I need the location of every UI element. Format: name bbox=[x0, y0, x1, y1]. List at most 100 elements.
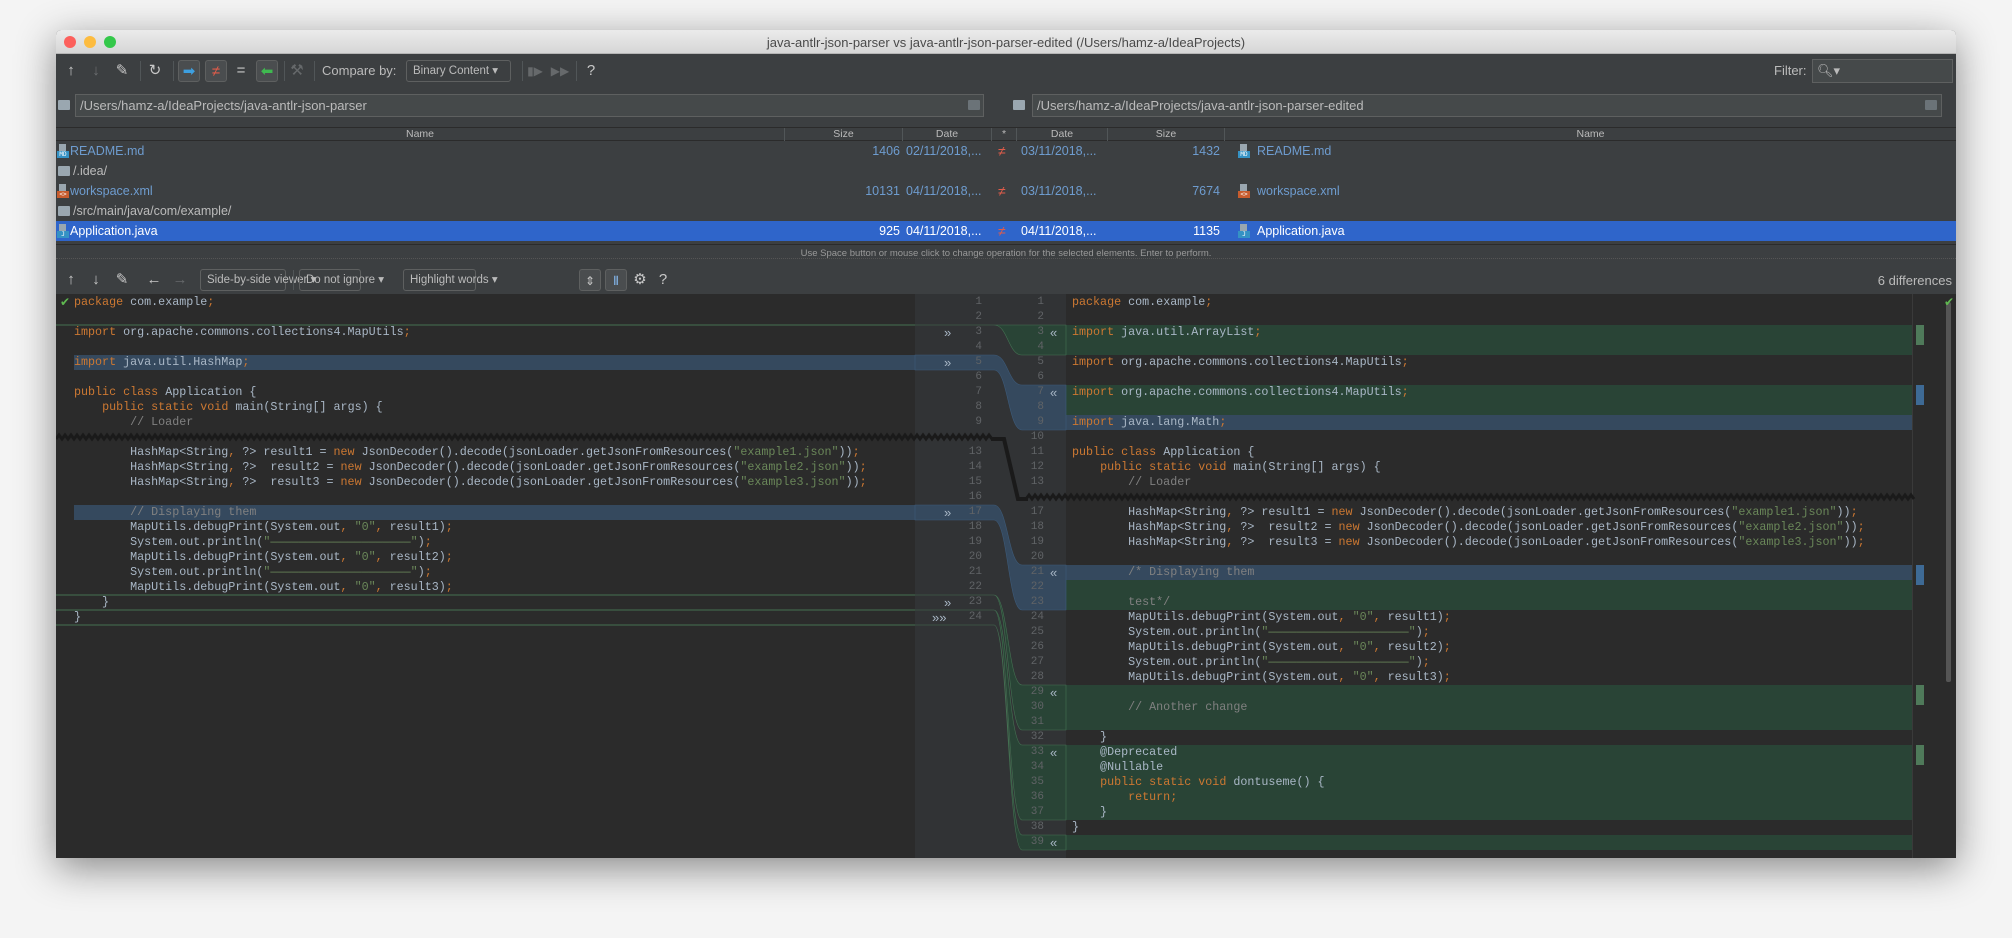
right-code-line[interactable]: // Loader bbox=[1072, 475, 1191, 490]
synchronize-icon[interactable]: ⚒ bbox=[288, 60, 306, 82]
right-code-line[interactable]: MapUtils.debugPrint(System.out, "0", res… bbox=[1072, 610, 1451, 625]
right-code-line[interactable]: MapUtils.debugPrint(System.out, "0", res… bbox=[1072, 640, 1451, 655]
right-code-line[interactable]: HashMap<String, ?> result2 = new JsonDec… bbox=[1072, 520, 1865, 535]
help-icon[interactable]: ? bbox=[656, 269, 670, 291]
splitter[interactable] bbox=[56, 258, 1956, 261]
left-code-line[interactable]: MapUtils.debugPrint(System.out, "0", res… bbox=[74, 520, 453, 535]
right-code-line[interactable]: /* Displaying them bbox=[1072, 565, 1254, 580]
left-code-line[interactable]: System.out.println("————————————————————… bbox=[74, 565, 432, 580]
apply-icon[interactable]: ▮▶ bbox=[526, 60, 544, 82]
apply-left-change-icon[interactable]: » bbox=[944, 325, 951, 340]
right-code-line[interactable]: import org.apache.commons.collections4.M… bbox=[1072, 385, 1409, 400]
left-code-line[interactable]: System.out.println("————————————————————… bbox=[74, 535, 432, 550]
right-code-line[interactable]: public class Application { bbox=[1072, 445, 1254, 460]
show-equal-toggle[interactable]: = bbox=[232, 60, 250, 82]
next-file-icon[interactable]: → bbox=[172, 269, 188, 291]
left-code-line[interactable]: HashMap<String, ?> result3 = new JsonDec… bbox=[74, 475, 867, 490]
column-name-left[interactable]: Name bbox=[56, 128, 785, 141]
show-left-only-toggle[interactable]: ➡ bbox=[178, 60, 200, 82]
right-code-line[interactable]: MapUtils.debugPrint(System.out, "0", res… bbox=[1072, 670, 1451, 685]
right-code-line[interactable]: System.out.println("————————————————————… bbox=[1072, 625, 1430, 640]
right-code-line[interactable]: package com.example; bbox=[1072, 295, 1212, 310]
right-code-line[interactable]: return; bbox=[1072, 790, 1177, 805]
left-code-line[interactable]: HashMap<String, ?> result2 = new JsonDec… bbox=[74, 460, 867, 475]
apply-right-change-icon[interactable]: « bbox=[1050, 325, 1057, 340]
apply-right-change-icon[interactable]: « bbox=[1050, 385, 1057, 400]
synchronize-scrolling-toggle[interactable]: ⫴ bbox=[605, 269, 627, 291]
column-date-right[interactable]: Date bbox=[1017, 128, 1108, 141]
collapse-unchanged-toggle[interactable]: ⇕ bbox=[579, 269, 601, 291]
previous-difference-icon[interactable]: ↑ bbox=[64, 60, 78, 82]
right-path-field[interactable]: /Users/hamz-a/IdeaProjects/java-antlr-js… bbox=[1032, 94, 1942, 117]
previous-file-icon[interactable]: ← bbox=[146, 269, 162, 291]
column-status[interactable]: * bbox=[992, 128, 1017, 141]
filter-input[interactable]: 🔍︎▾ bbox=[1812, 59, 1953, 83]
apply-right-change-icon[interactable]: « bbox=[1050, 835, 1057, 850]
left-code-line[interactable]: // Displaying them bbox=[74, 505, 256, 520]
apply-left-change-icon[interactable]: »» bbox=[932, 610, 946, 625]
help-icon[interactable]: ? bbox=[584, 60, 598, 82]
left-code-line[interactable]: MapUtils.debugPrint(System.out, "0", res… bbox=[74, 580, 453, 595]
next-difference-icon[interactable]: ↓ bbox=[89, 60, 103, 82]
column-date-left[interactable]: Date bbox=[903, 128, 992, 141]
edit-icon[interactable]: ✎ bbox=[114, 60, 130, 82]
refresh-icon[interactable]: ↻ bbox=[147, 60, 163, 82]
compare-by-dropdown[interactable]: Binary Content ▾ bbox=[406, 60, 511, 82]
left-code-line[interactable]: import java.util.HashMap; bbox=[74, 355, 249, 370]
not-equal-icon[interactable]: ≠ bbox=[998, 181, 1006, 201]
right-code-line[interactable]: public static void main(String[] args) { bbox=[1072, 460, 1381, 475]
left-code-line[interactable]: public static void main(String[] args) { bbox=[74, 400, 383, 415]
left-code-line[interactable]: HashMap<String, ?> result1 = new JsonDec… bbox=[74, 445, 860, 460]
left-code-line[interactable]: MapUtils.debugPrint(System.out, "0", res… bbox=[74, 550, 453, 565]
right-code-line[interactable]: } bbox=[1072, 805, 1107, 820]
right-code-line[interactable]: HashMap<String, ?> result3 = new JsonDec… bbox=[1072, 535, 1865, 550]
next-difference-icon[interactable]: ↓ bbox=[89, 269, 103, 291]
browse-folder-icon[interactable] bbox=[968, 100, 980, 110]
right-code-line[interactable]: } bbox=[1072, 820, 1079, 835]
file-row[interactable]: /src/main/java/com/example/ bbox=[56, 201, 1956, 221]
show-different-toggle[interactable]: ≠ bbox=[205, 60, 227, 82]
right-code-line[interactable]: HashMap<String, ?> result1 = new JsonDec… bbox=[1072, 505, 1858, 520]
file-row[interactable]: <> workspace.xml 10131 04/11/2018,... ≠ 0… bbox=[56, 181, 1956, 201]
column-size-left[interactable]: Size bbox=[785, 128, 903, 141]
apply-right-change-icon[interactable]: « bbox=[1050, 685, 1057, 700]
file-row[interactable]: MD README.md 1406 02/11/2018,... ≠ 03/11/… bbox=[56, 141, 1956, 161]
show-right-only-toggle[interactable]: ⬅ bbox=[256, 60, 278, 82]
browse-folder-icon[interactable] bbox=[1925, 100, 1937, 110]
left-code-line[interactable]: import org.apache.commons.collections4.M… bbox=[74, 325, 411, 340]
ignore-dropdown[interactable]: Do not ignore ▾ bbox=[299, 269, 384, 291]
apply-right-change-icon[interactable]: « bbox=[1050, 565, 1057, 580]
highlight-dropdown[interactable]: Highlight words ▾ bbox=[403, 269, 498, 291]
right-code-line[interactable]: test*/ bbox=[1072, 595, 1170, 610]
gear-icon[interactable]: ⚙ bbox=[632, 269, 648, 291]
left-code-line[interactable]: public class Application { bbox=[74, 385, 256, 400]
not-equal-icon[interactable]: ≠ bbox=[998, 221, 1006, 241]
not-equal-icon[interactable]: ≠ bbox=[998, 141, 1006, 161]
right-code-line[interactable]: @Deprecated bbox=[1072, 745, 1177, 760]
right-code-line[interactable]: @Nullable bbox=[1072, 760, 1163, 775]
left-code-line[interactable]: // Loader bbox=[74, 415, 193, 430]
apply-right-change-icon[interactable]: « bbox=[1050, 745, 1057, 760]
right-code-line[interactable]: import org.apache.commons.collections4.M… bbox=[1072, 355, 1409, 370]
file-row[interactable]: J Application.java 925 04/11/2018,... ≠ 0… bbox=[56, 221, 1956, 241]
right-code-line[interactable]: import java.lang.Math; bbox=[1072, 415, 1226, 430]
left-code-line[interactable]: } bbox=[74, 610, 81, 625]
apply-left-change-icon[interactable]: » bbox=[944, 355, 951, 370]
apply-all-icon[interactable]: ▶▶ bbox=[550, 60, 570, 82]
apply-left-change-icon[interactable]: » bbox=[944, 595, 951, 610]
apply-left-change-icon[interactable]: » bbox=[944, 505, 951, 520]
edit-source-icon[interactable]: ✎ bbox=[114, 269, 130, 291]
left-code-line[interactable]: package com.example; bbox=[74, 295, 214, 310]
previous-difference-icon[interactable]: ↑ bbox=[64, 269, 78, 291]
right-code-line[interactable]: System.out.println("————————————————————… bbox=[1072, 655, 1430, 670]
right-code-line[interactable]: } bbox=[1072, 730, 1107, 745]
file-row[interactable]: /.idea/ bbox=[56, 161, 1956, 181]
left-path-field[interactable]: /Users/hamz-a/IdeaProjects/java-antlr-js… bbox=[75, 94, 984, 117]
left-code-line[interactable]: } bbox=[74, 595, 109, 610]
right-code-line[interactable]: import java.util.ArrayList; bbox=[1072, 325, 1261, 340]
right-code-line[interactable]: public static void dontuseme() { bbox=[1072, 775, 1324, 790]
column-size-right[interactable]: Size bbox=[1108, 128, 1225, 141]
viewer-dropdown[interactable]: Side-by-side viewer ▾ bbox=[200, 269, 316, 291]
column-name-right[interactable]: Name bbox=[1225, 128, 1956, 141]
right-code-line[interactable]: // Another change bbox=[1072, 700, 1247, 715]
